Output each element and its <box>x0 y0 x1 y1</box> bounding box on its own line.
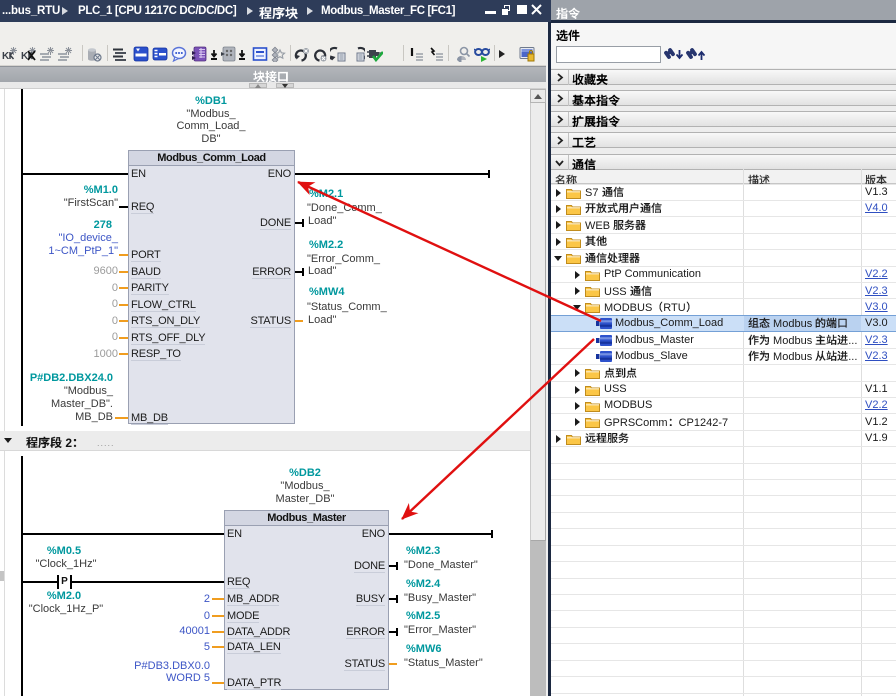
svg-text:K: K <box>2 51 10 62</box>
svg-text:K: K <box>21 51 29 62</box>
